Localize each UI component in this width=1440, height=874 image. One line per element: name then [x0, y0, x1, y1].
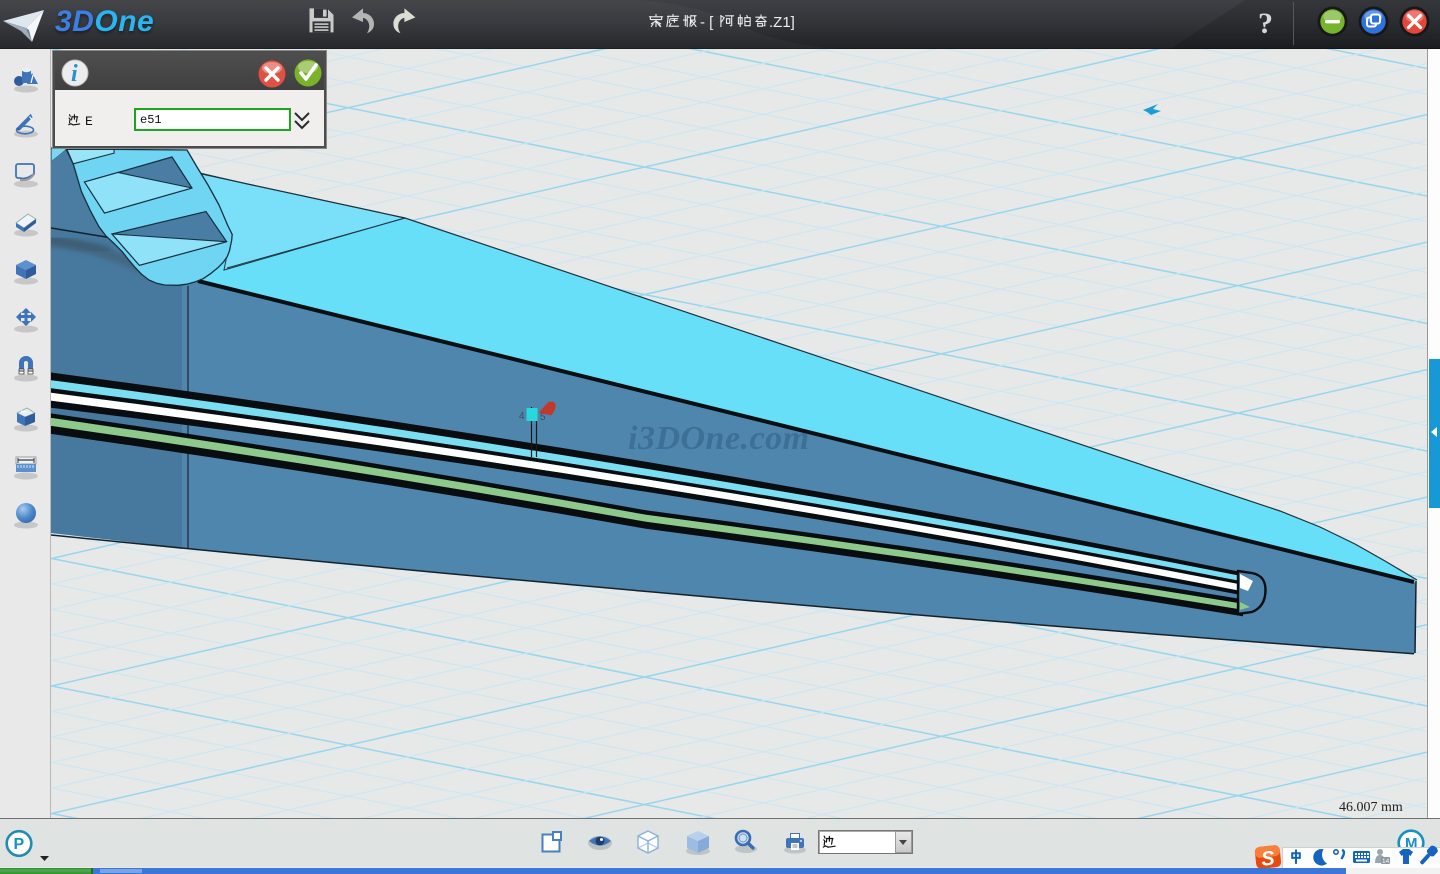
svg-text:- [: - [ [700, 14, 714, 31]
svg-text:P: P [14, 836, 25, 853]
svg-text:?: ? [1258, 7, 1273, 40]
svg-text:i: i [71, 61, 78, 87]
svg-text:E: E [85, 114, 93, 129]
svg-text:i3DOne.com: i3DOne.com [628, 420, 810, 457]
svg-text:14: 14 [1382, 858, 1390, 865]
svg-text:4: 4 [519, 411, 525, 422]
svg-text:.Z1]: .Z1] [769, 14, 795, 31]
svg-text:46.007 mm: 46.007 mm [1339, 800, 1403, 815]
